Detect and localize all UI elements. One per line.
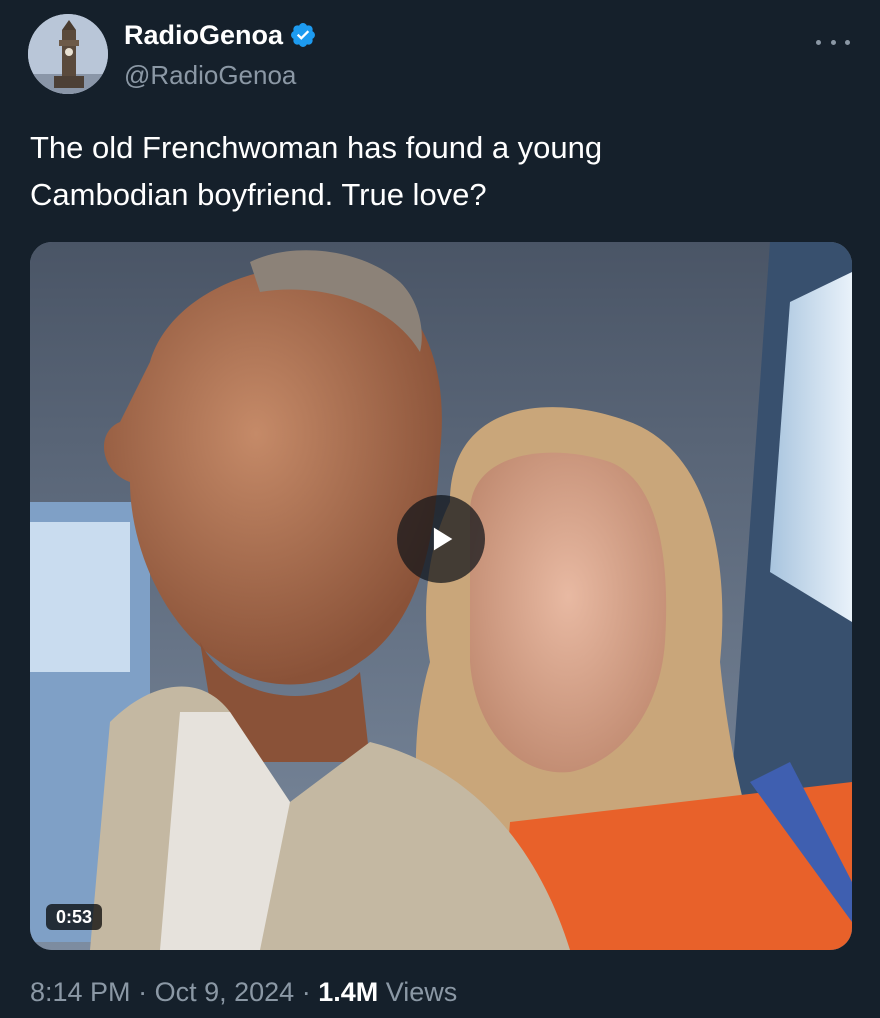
tweet-metadata: 8:14 PM · Oct 9, 2024 · 1.4M Views [30,972,457,1012]
tweet-text-line-1: The old Frenchwoman has found a young [30,130,603,165]
video-player[interactable]: 0:53 [30,242,852,950]
video-thumbnail [30,242,852,950]
meta-separator: · [138,977,148,1007]
author-handle[interactable]: @RadioGenoa [124,58,296,92]
play-icon [433,527,453,551]
more-options-icon[interactable] [816,28,850,56]
author-avatar[interactable] [28,14,108,94]
tweet-time[interactable]: 8:14 PM [30,977,131,1007]
views-label: Views [385,977,458,1007]
clock-tower-avatar-icon [28,14,108,94]
author-name-row: RadioGenoa [124,18,317,52]
author-display-name[interactable]: RadioGenoa [124,18,283,52]
video-duration-badge: 0:53 [46,904,103,930]
play-button[interactable] [397,495,485,583]
views-count[interactable]: 1.4M [318,977,378,1007]
tweet-text-line-2: Cambodian boyfriend. True love? [30,177,487,212]
tweet-text: The old Frenchwoman has found a young Ca… [30,124,850,218]
verified-badge-icon [291,23,315,47]
tweet-date[interactable]: Oct 9, 2024 [155,977,295,1007]
tweet-card: RadioGenoa @RadioGenoa The old Frenchwom… [0,0,880,1018]
meta-separator: · [301,977,311,1007]
